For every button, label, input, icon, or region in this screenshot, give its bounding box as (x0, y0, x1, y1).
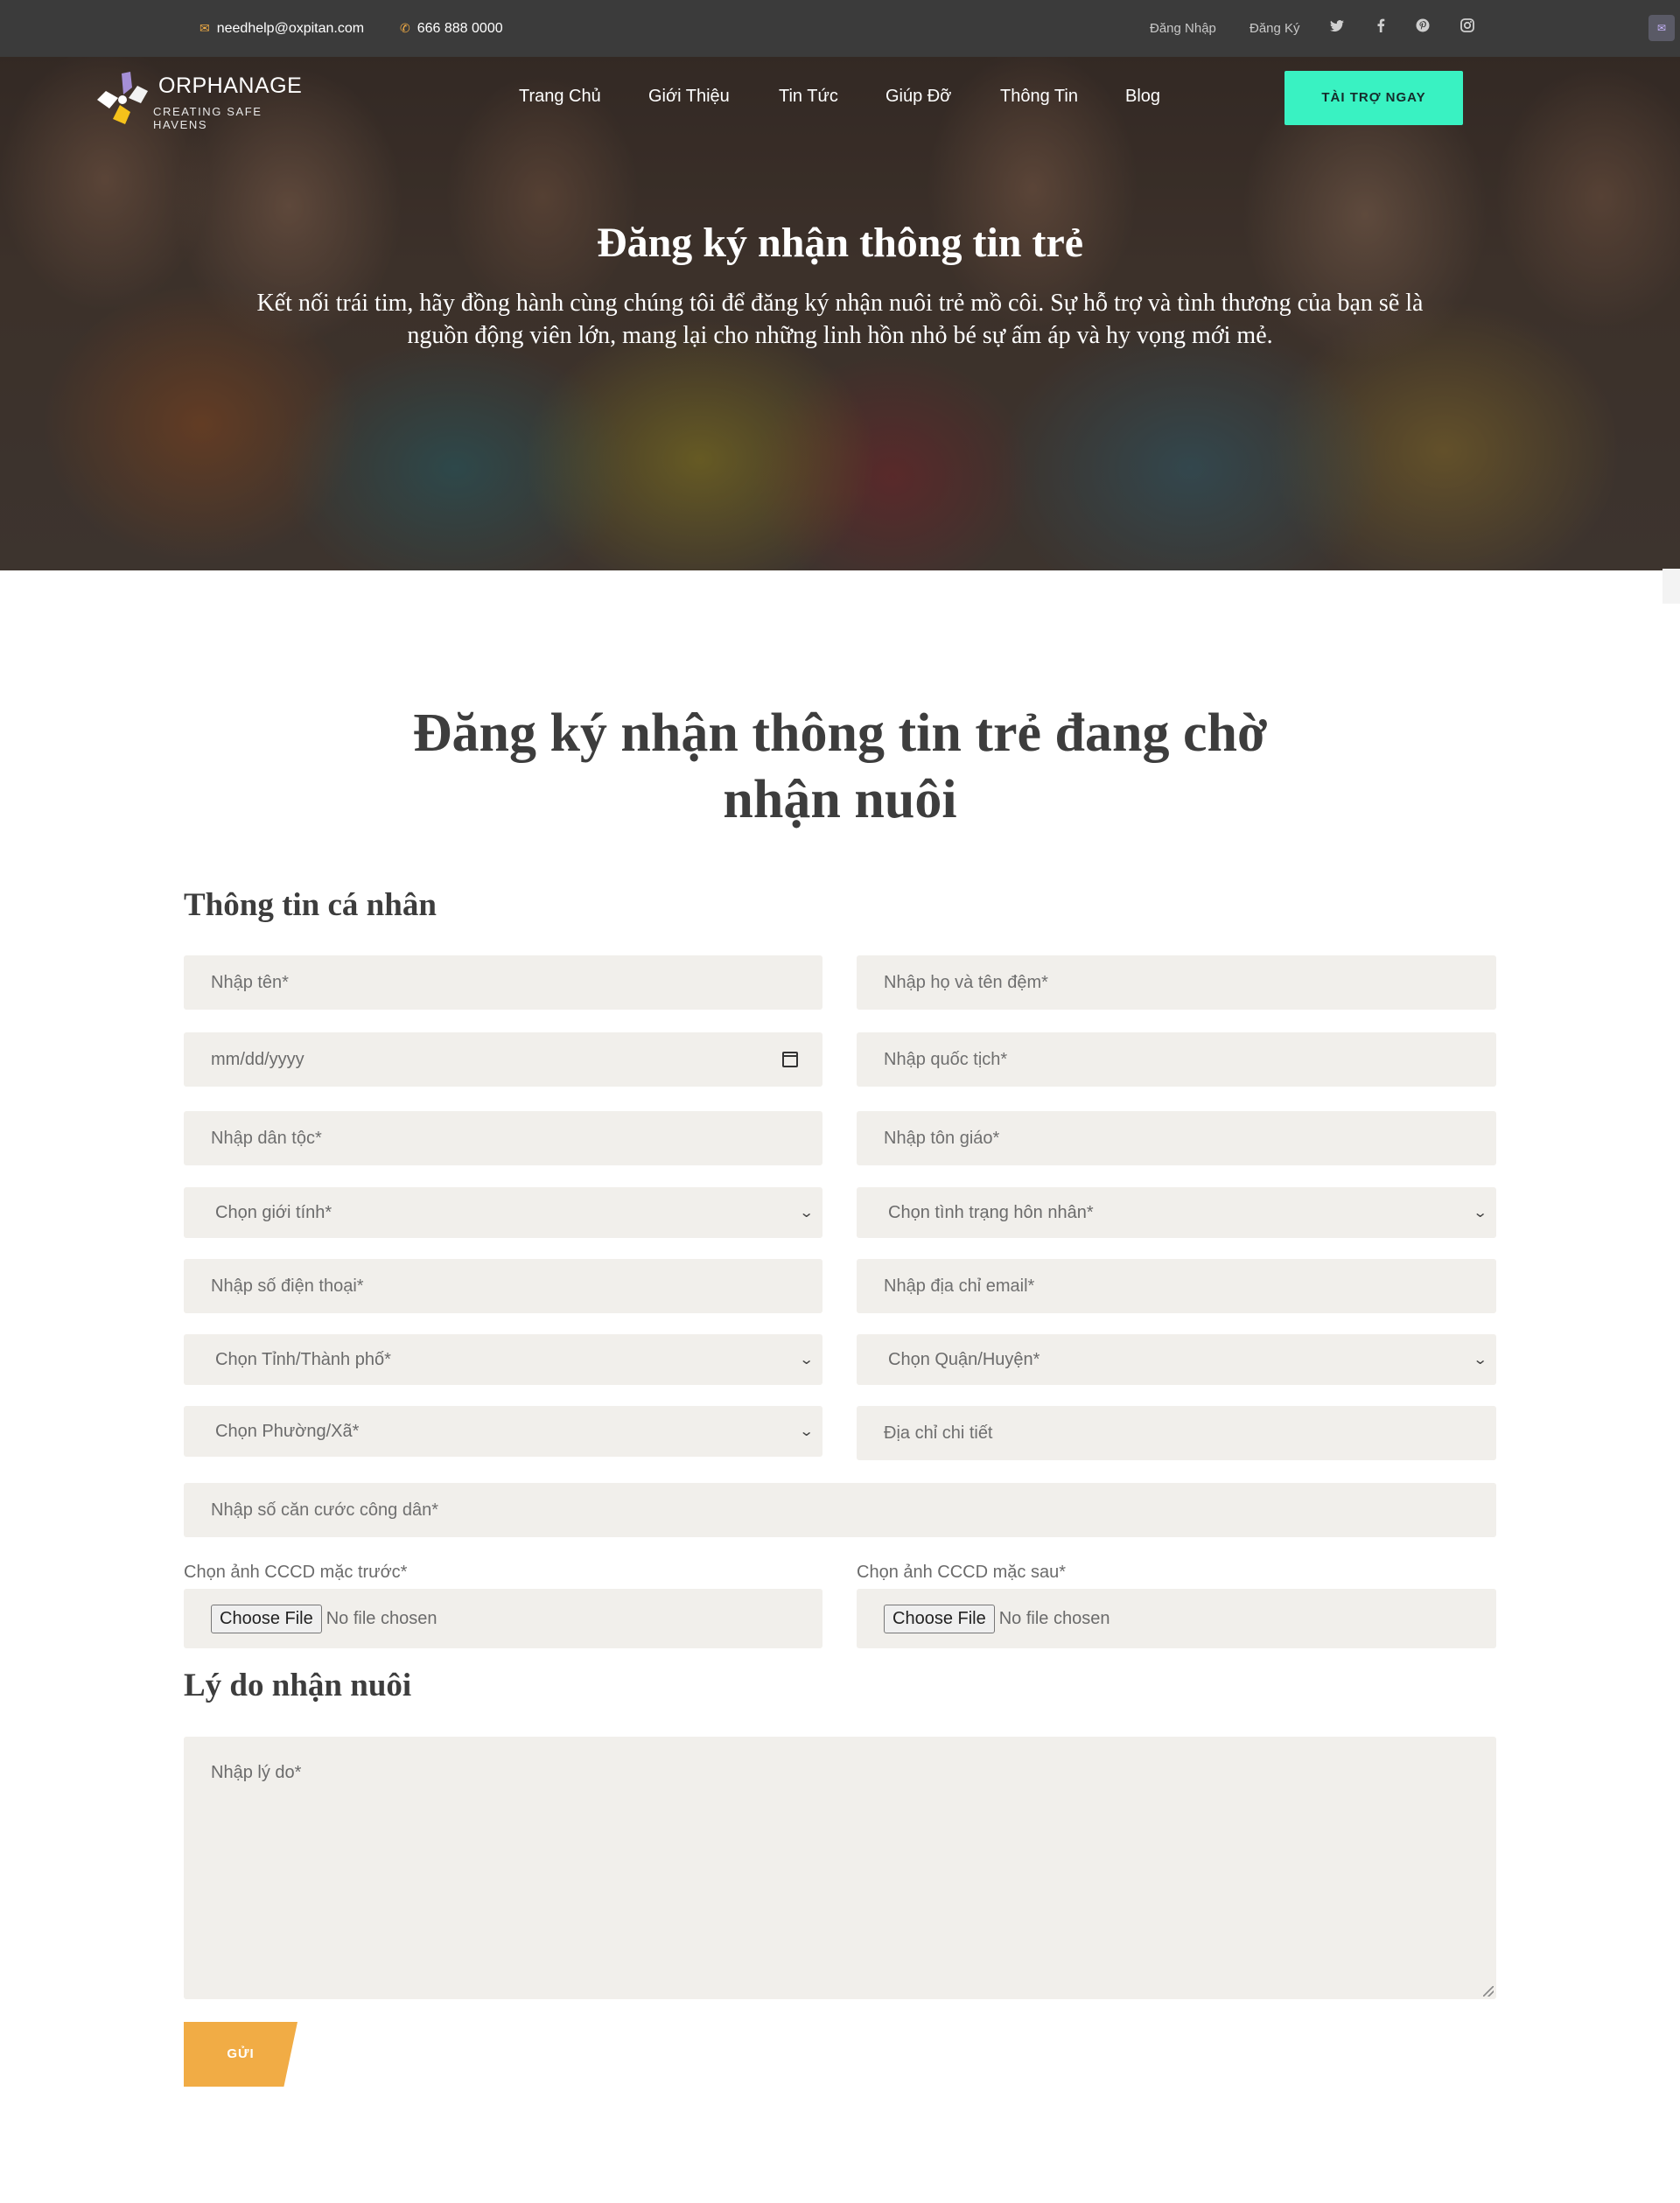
phone-text: 666 888 0000 (416, 20, 503, 36)
phone-icon: ✆ (400, 21, 410, 35)
facebook-icon[interactable] (1369, 17, 1392, 40)
religion-input[interactable] (857, 1111, 1496, 1165)
nav-item-info[interactable]: Thông Tin (1000, 83, 1078, 109)
nav-item-help[interactable]: Giúp Đỡ (886, 83, 951, 109)
no-file-text: No file chosen (326, 1608, 438, 1628)
twitter-icon[interactable] (1326, 17, 1348, 40)
hero-title: Đăng ký nhận thông tin trẻ (596, 220, 1084, 266)
marital-value: Chọn tình trạng hôn nhân* (888, 1202, 1094, 1222)
envelope-icon: ✉ (200, 21, 210, 35)
dob-input[interactable]: mm/dd/yyyy (184, 1032, 822, 1087)
reason-placeholder: Nhập lý do* (211, 1763, 302, 1782)
personal-info-heading: Thông tin cá nhân (184, 887, 437, 923)
no-file-text: No file chosen (998, 1608, 1110, 1628)
district-select[interactable]: Chọn Quận/Huyện* ⌄ (857, 1334, 1496, 1385)
choose-file-button[interactable]: Choose File (884, 1604, 995, 1633)
first-name-input[interactable] (184, 955, 822, 1010)
address-input[interactable] (857, 1406, 1496, 1460)
hands-logo-icon (97, 72, 148, 124)
donate-button[interactable]: TÀI TRỢ NGAY (1284, 71, 1463, 125)
submit-button[interactable]: GỬI (184, 2022, 298, 2087)
pinterest-icon[interactable] (1411, 17, 1434, 40)
ethnicity-input[interactable] (184, 1111, 822, 1165)
login-link[interactable]: Đăng Nhập (1150, 0, 1216, 57)
phone-contact[interactable]: ✆ 666 888 0000 (400, 0, 503, 57)
reason-textarea[interactable]: Nhập lý do* (184, 1737, 1496, 1999)
email-input[interactable] (857, 1259, 1496, 1313)
id-front-label: Chọn ảnh CCCD mặc trước* (184, 1563, 408, 1582)
province-select[interactable]: Chọn Tỉnh/Thành phố* ⌄ (184, 1334, 822, 1385)
last-name-input[interactable] (857, 955, 1496, 1010)
resize-handle-icon[interactable] (1483, 1986, 1494, 1997)
chevron-down-icon: ⌄ (1472, 1206, 1488, 1220)
instagram-icon[interactable] (1456, 17, 1479, 40)
id-back-label: Chọn ảnh CCCD mặc sau* (857, 1563, 1066, 1582)
nav-item-about[interactable]: Giới Thiệu (648, 83, 730, 109)
brand-tagline: CREATING SAFE HAVENS (153, 105, 262, 131)
hero-subtitle: Kết nối trái tim, hãy đồng hành cùng chú… (256, 290, 1424, 349)
site-logo[interactable]: ORPHANAGE CREATING SAFE HAVENS (92, 68, 319, 131)
chevron-down-icon: ⌄ (798, 1206, 815, 1220)
calendar-icon[interactable] (782, 1052, 798, 1067)
nav-item-blog[interactable]: Blog (1125, 83, 1160, 109)
email-text: needhelp@oxpitan.com (216, 20, 365, 36)
district-value: Chọn Quận/Huyện* (888, 1349, 1040, 1369)
chevron-down-icon: ⌄ (798, 1424, 815, 1439)
email-contact[interactable]: ✉ needhelp@oxpitan.com (200, 0, 364, 57)
extension-badge-icon[interactable]: ✉ (1648, 15, 1675, 41)
register-link[interactable]: Đăng Ký (1250, 0, 1300, 57)
chevron-down-icon: ⌄ (1472, 1353, 1488, 1367)
nav-item-news[interactable]: Tin Tức (779, 83, 838, 109)
nav-item-home[interactable]: Trang Chủ (519, 83, 601, 109)
scroll-edge (1662, 569, 1680, 604)
phone-input[interactable] (184, 1259, 822, 1313)
id-back-file-input[interactable]: Choose File No file chosen (857, 1589, 1496, 1648)
id-number-input[interactable] (184, 1483, 1496, 1537)
gender-select[interactable]: Chọn giới tính* ⌄ (184, 1187, 822, 1238)
ward-select[interactable]: Chọn Phường/Xã* ⌄ (184, 1406, 822, 1457)
reason-heading: Lý do nhận nuôi (184, 1668, 412, 1703)
ward-value: Chọn Phường/Xã* (215, 1421, 360, 1441)
gender-value: Chọn giới tính* (215, 1202, 332, 1222)
province-value: Chọn Tỉnh/Thành phố* (215, 1349, 391, 1369)
choose-file-button[interactable]: Choose File (211, 1604, 322, 1633)
form-title: Đăng ký nhận thông tin trẻ đang chờ nhận… (412, 703, 1268, 829)
brand-name: ORPHANAGE (158, 73, 303, 98)
nationality-input[interactable] (857, 1032, 1496, 1087)
top-bar: ✉ needhelp@oxpitan.com ✆ 666 888 0000 Đă… (0, 0, 1680, 57)
chevron-down-icon: ⌄ (798, 1353, 815, 1367)
id-front-file-input[interactable]: Choose File No file chosen (184, 1589, 822, 1648)
dob-placeholder: mm/dd/yyyy (211, 1049, 304, 1069)
marital-status-select[interactable]: Chọn tình trạng hôn nhân* ⌄ (857, 1187, 1496, 1238)
